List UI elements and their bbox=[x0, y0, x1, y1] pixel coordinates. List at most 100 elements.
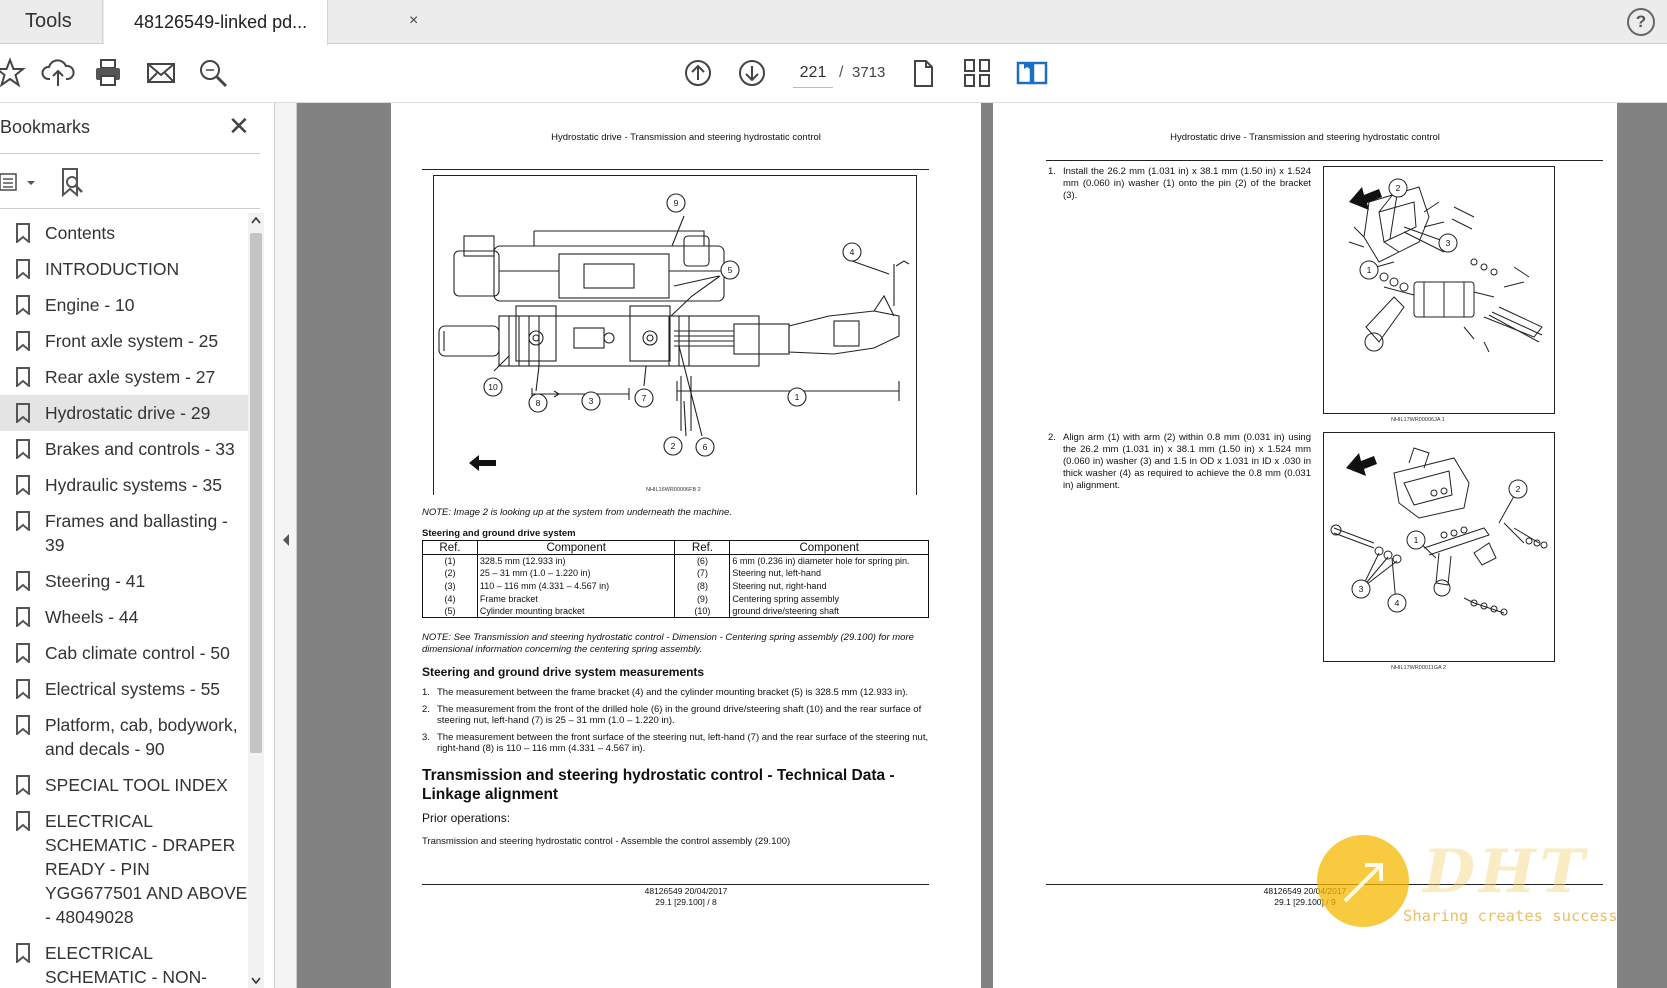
bookmark-item[interactable]: Electrical systems - 55 bbox=[0, 671, 248, 707]
panel-collapse-handle[interactable] bbox=[275, 103, 297, 988]
main-toolbar: 221 / 3713 bbox=[0, 45, 1667, 103]
bookmark-icon bbox=[16, 775, 30, 795]
list-number: 2. bbox=[422, 703, 430, 715]
table-cell: Cylinder mounting bracket bbox=[476, 604, 676, 618]
bookmark-icon bbox=[16, 643, 30, 663]
bookmark-item[interactable]: Engine - 10 bbox=[0, 287, 248, 323]
bookmarks-list: Contents INTRODUCTION Engine - 10 Front … bbox=[0, 215, 248, 988]
bookmark-item[interactable]: Wheels - 44 bbox=[0, 599, 248, 635]
tab-document-label: 48126549-linked pd... bbox=[134, 12, 308, 32]
scroll-down-icon[interactable] bbox=[251, 977, 261, 985]
two-page-view-icon[interactable] bbox=[1014, 55, 1050, 91]
close-panel-icon[interactable]: ✕ bbox=[228, 111, 250, 142]
bookmark-icon bbox=[16, 403, 30, 423]
step-text: Align arm (1) with arm (2) within 0.8 mm… bbox=[1063, 432, 1311, 491]
prior-operations-label: Prior operations: bbox=[422, 811, 511, 825]
previous-page-icon[interactable] bbox=[680, 55, 716, 91]
running-head: Hydrostatic drive - Transmission and ste… bbox=[551, 132, 821, 143]
bookmark-icon bbox=[16, 943, 30, 963]
technical-data-heading: Transmission and steering hydrostatic co… bbox=[422, 767, 895, 803]
callout-label: 4 bbox=[1395, 598, 1400, 608]
bookmark-item[interactable]: ELECTRICAL SCHEMATIC - NON-DRAPER READY bbox=[0, 935, 248, 988]
single-page-view-icon[interactable] bbox=[905, 55, 941, 91]
step-text: Install the 26.2 mm (1.031 in) x 38.1 mm… bbox=[1063, 166, 1311, 201]
callout-label: 3 bbox=[1446, 238, 1451, 248]
watermark: DHT Sharing creates success bbox=[1315, 833, 1667, 988]
bookmark-item[interactable]: Hydraulic systems - 35 bbox=[0, 467, 248, 503]
bookmark-options-icon[interactable] bbox=[0, 169, 40, 197]
table-header-row: Ref. Component Ref. Component bbox=[422, 540, 929, 555]
next-page-icon[interactable] bbox=[734, 55, 770, 91]
tab-document[interactable]: 48126549-linked pd... × bbox=[104, 0, 418, 45]
mail-icon[interactable] bbox=[143, 55, 179, 91]
callout-label: 4 bbox=[850, 247, 855, 257]
bookmark-item[interactable]: Frames and ballasting - 39 bbox=[0, 503, 248, 563]
bookmark-item[interactable]: Brakes and controls - 33 bbox=[0, 431, 248, 467]
bookmark-icon bbox=[16, 511, 30, 531]
scrollbar-thumb[interactable] bbox=[250, 233, 262, 753]
bookmark-item[interactable]: Steering - 41 bbox=[0, 563, 248, 599]
table-cell: (1) bbox=[422, 554, 478, 568]
tab-close-icon[interactable]: × bbox=[409, 12, 418, 30]
bookmark-item[interactable]: Platform, cab, bodywork, and decals - 90 bbox=[0, 707, 248, 767]
procedure-step: 1. Install the 26.2 mm (1.031 in) x 38.1… bbox=[1048, 166, 1311, 202]
footer-page-ref: 29.1 [29.100] / 8 bbox=[655, 897, 717, 907]
print-icon[interactable] bbox=[90, 55, 126, 91]
bookmark-item[interactable]: ELECTRICAL SCHEMATIC - DRAPER READY - PI… bbox=[0, 803, 248, 935]
table-header: Component bbox=[476, 540, 676, 555]
tab-tools[interactable]: Tools bbox=[0, 0, 103, 44]
prior-operations-link[interactable]: Transmission and steering hydrostatic co… bbox=[422, 836, 790, 847]
search-icon[interactable] bbox=[195, 55, 231, 91]
bookmarks-scrollbar[interactable] bbox=[248, 213, 264, 988]
section-heading: Steering and ground drive system measure… bbox=[422, 665, 705, 679]
direction-arrow-icon bbox=[469, 455, 496, 471]
step-number: 2. bbox=[1048, 432, 1056, 443]
bookmark-icon bbox=[16, 607, 30, 627]
bookmark-item[interactable]: Cab climate control - 50 bbox=[0, 635, 248, 671]
bookmark-icon bbox=[16, 571, 30, 591]
procedure-step: 2. Align arm (1) with arm (2) within 0.8… bbox=[1048, 432, 1311, 492]
scroll-up-icon[interactable] bbox=[251, 216, 261, 224]
table-title: Steering and ground drive system bbox=[422, 528, 576, 539]
table-header: Ref. bbox=[422, 540, 478, 555]
table-row: (2) 25 – 31 mm (1.0 – 1.220 in) (7) Stee… bbox=[422, 567, 929, 580]
bookmark-star-icon[interactable] bbox=[0, 55, 28, 91]
footer-rule bbox=[422, 884, 929, 885]
bookmark-item[interactable]: Rear axle system - 27 bbox=[0, 359, 248, 395]
bookmark-item[interactable]: SPECIAL TOOL INDEX bbox=[0, 767, 248, 803]
thumbnails-view-icon[interactable] bbox=[959, 55, 995, 91]
list-text: The measurement between the front surfac… bbox=[437, 731, 929, 755]
figure-caption: NHIL16WR00006FB 2 bbox=[646, 487, 701, 493]
bookmark-label: Steering - 41 bbox=[45, 571, 146, 591]
table-cell: (7) bbox=[674, 567, 731, 580]
bookmark-icon bbox=[16, 331, 30, 351]
upload-cloud-icon[interactable] bbox=[40, 55, 76, 91]
table-header: Component bbox=[729, 540, 929, 555]
table-row: (5) Cylinder mounting bracket (10) groun… bbox=[422, 604, 929, 618]
bookmark-item-selected[interactable]: Hydrostatic drive - 29 bbox=[0, 395, 248, 431]
watermark-text: DHT bbox=[1423, 837, 1589, 907]
page-separator: / bbox=[839, 64, 844, 81]
bookmark-item[interactable]: Contents bbox=[0, 215, 248, 251]
callout-label: 5 bbox=[728, 265, 733, 275]
bookmark-label: Front axle system - 25 bbox=[45, 331, 219, 351]
note-text: NOTE: Image 2 is looking up at the syste… bbox=[422, 507, 732, 518]
bookmark-label: Wheels - 44 bbox=[45, 607, 139, 627]
table-cell: 6 mm (0.236 in) diameter hole for spring… bbox=[729, 554, 929, 568]
callout-label: 7 bbox=[642, 393, 647, 403]
find-bookmark-icon[interactable] bbox=[58, 166, 88, 200]
callout-label: 1 bbox=[795, 392, 800, 402]
bookmark-item[interactable]: INTRODUCTION bbox=[0, 251, 248, 287]
pdf-page-left: Hydrostatic drive - Transmission and ste… bbox=[391, 103, 981, 988]
help-icon[interactable]: ? bbox=[1627, 8, 1655, 36]
table-cell: ground drive/steering shaft bbox=[729, 604, 929, 618]
page-number-input[interactable]: 221 bbox=[793, 58, 833, 88]
bookmark-item[interactable]: Front axle system - 25 bbox=[0, 323, 248, 359]
collapse-arrow-icon[interactable] bbox=[281, 533, 291, 547]
document-viewer[interactable]: Hydrostatic drive - Transmission and ste… bbox=[297, 103, 1667, 988]
bookmark-icon bbox=[16, 259, 30, 279]
bookmark-icon bbox=[16, 679, 30, 699]
bookmarks-toolbar bbox=[0, 163, 260, 205]
bookmark-label: Cab climate control - 50 bbox=[45, 643, 230, 663]
bookmark-label: Hydrostatic drive - 29 bbox=[45, 403, 211, 423]
